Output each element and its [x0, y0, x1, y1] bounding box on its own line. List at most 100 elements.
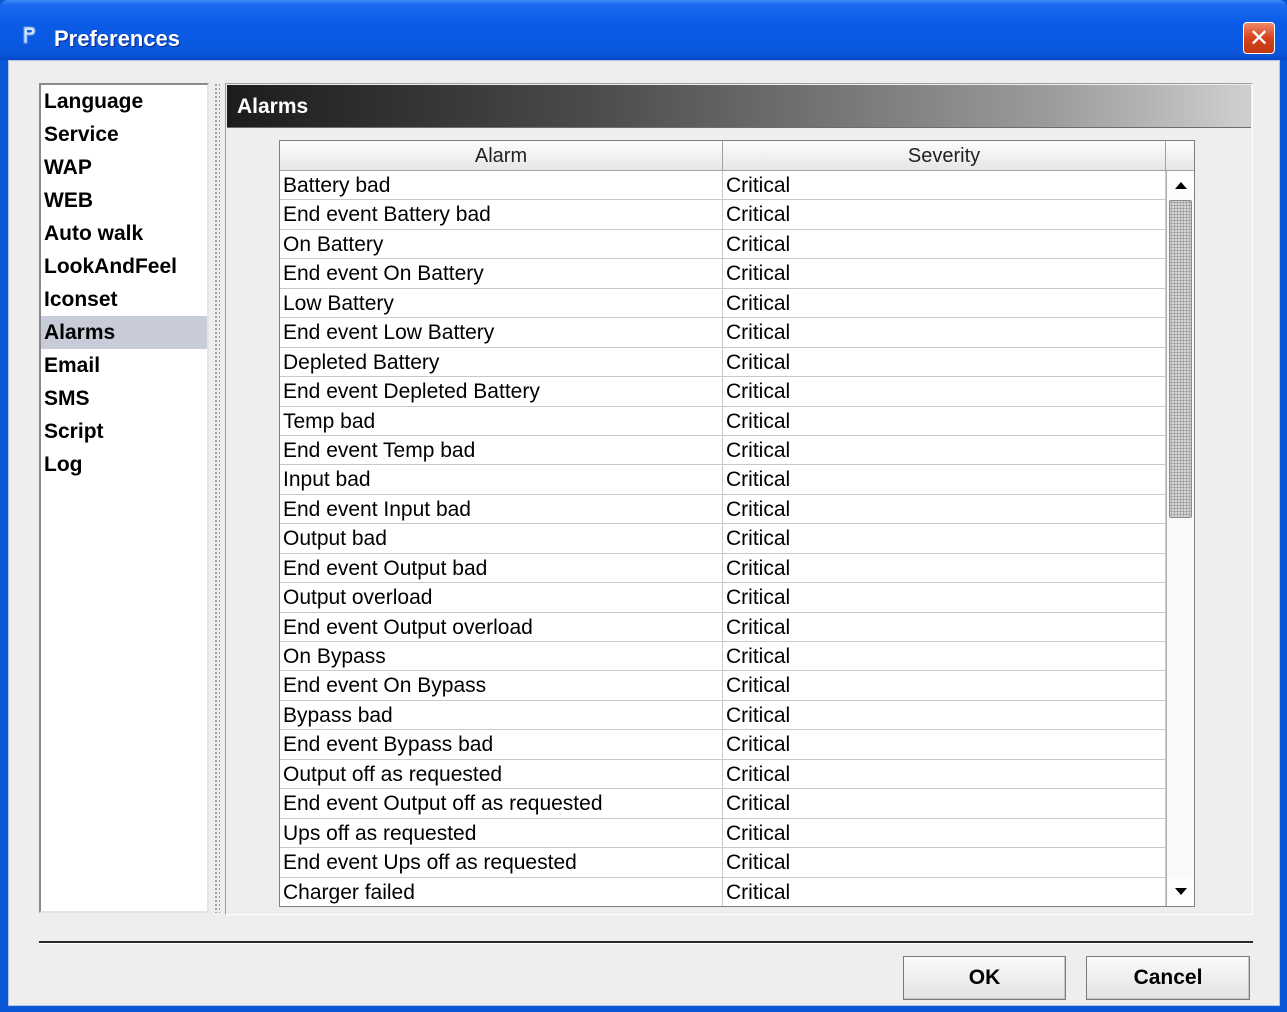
severity-cell[interactable]: Critical	[723, 259, 1166, 288]
table-row[interactable]: End event Battery bad Critical	[280, 200, 1166, 230]
table-row[interactable]: End event Low Battery Critical	[280, 318, 1166, 348]
alarm-cell: End event Output off as requested	[280, 789, 723, 818]
ok-button[interactable]: OK	[903, 956, 1066, 1000]
alarm-cell: End event Low Battery	[280, 318, 723, 347]
sidebar-item-auto-walk[interactable]: Auto walk	[41, 217, 207, 250]
severity-cell[interactable]: Critical	[723, 524, 1166, 553]
severity-cell[interactable]: Critical	[723, 789, 1166, 818]
alarm-cell: Output bad	[280, 524, 723, 553]
table-row[interactable]: Bypass bad Critical	[280, 700, 1166, 731]
severity-cell[interactable]: Critical	[723, 377, 1166, 406]
alarm-cell: Output off as requested	[280, 759, 723, 789]
column-header-alarm[interactable]: Alarm	[280, 141, 723, 170]
severity-cell[interactable]: Critical	[723, 583, 1166, 612]
table-row[interactable]: Output bad Critical	[280, 524, 1166, 554]
table-row[interactable]: Output off as requested Critical	[280, 759, 1166, 790]
severity-cell[interactable]: Critical	[723, 494, 1166, 524]
table-row[interactable]: Charger failed Critical	[280, 877, 1166, 906]
title-bar[interactable]: Preferences ✕	[0, 0, 1287, 60]
alarm-cell: Temp bad	[280, 406, 723, 435]
severity-cell[interactable]: Critical	[723, 818, 1166, 848]
alarms-panel: Alarms Alarm Severity Battery bad Critica…	[225, 83, 1253, 915]
severity-cell[interactable]: Critical	[723, 642, 1166, 671]
alarm-cell: End event Bypass bad	[280, 730, 723, 759]
severity-cell[interactable]: Critical	[723, 848, 1166, 877]
severity-cell[interactable]: Critical	[723, 406, 1166, 435]
sidebar-item-log[interactable]: Log	[41, 448, 207, 481]
alarm-cell: Ups off as requested	[280, 818, 723, 848]
table-row[interactable]: End event Bypass bad Critical	[280, 730, 1166, 760]
table-row[interactable]: End event Output bad Critical	[280, 553, 1166, 584]
alarm-cell: End event Output overload	[280, 612, 723, 641]
arrow-up-icon	[1174, 182, 1187, 189]
sidebar-item-lookandfeel[interactable]: LookAndFeel	[41, 250, 207, 283]
table-row[interactable]: End event Output off as requested Critica…	[280, 789, 1166, 819]
alarm-cell: Bypass bad	[280, 700, 723, 730]
sidebar-item-sms[interactable]: SMS	[41, 382, 207, 415]
sidebar-item-language[interactable]: Language	[41, 85, 207, 118]
sidebar-item-iconset[interactable]: Iconset	[41, 283, 207, 316]
severity-cell[interactable]: Critical	[723, 553, 1166, 583]
severity-cell[interactable]: Critical	[723, 730, 1166, 759]
table-row[interactable]: Ups off as requested Critical	[280, 818, 1166, 849]
table-row[interactable]: Input bad Critical	[280, 465, 1166, 495]
alarm-cell: Output overload	[280, 583, 723, 612]
severity-cell[interactable]: Critical	[723, 435, 1166, 465]
alarms-table: Alarm Severity Battery bad Critical End ev…	[279, 140, 1195, 907]
severity-cell[interactable]: Critical	[723, 288, 1166, 318]
table-row[interactable]: On Battery Critical	[280, 229, 1166, 260]
table-body: Battery bad Critical End event Battery bad…	[280, 171, 1166, 906]
sidebar-item-wap[interactable]: WAP	[41, 151, 207, 184]
severity-cell[interactable]: Critical	[723, 200, 1166, 229]
split-pane-divider[interactable]	[214, 83, 220, 913]
severity-cell[interactable]: Critical	[723, 700, 1166, 730]
table-row[interactable]: On Bypass Critical	[280, 642, 1166, 672]
arrow-down-icon	[1174, 888, 1187, 895]
alarm-cell: End event On Bypass	[280, 671, 723, 700]
alarm-cell: Charger failed	[280, 877, 723, 906]
table-row[interactable]: End event On Bypass Critical	[280, 671, 1166, 701]
severity-cell[interactable]: Critical	[723, 229, 1166, 259]
sidebar-item-script[interactable]: Script	[41, 415, 207, 448]
close-button[interactable]: ✕	[1243, 22, 1275, 54]
table-row[interactable]: Low Battery Critical	[280, 288, 1166, 319]
alarm-cell: On Battery	[280, 229, 723, 259]
table-row[interactable]: Depleted Battery Critical	[280, 347, 1166, 378]
window-title: Preferences	[54, 26, 180, 51]
severity-cell[interactable]: Critical	[723, 318, 1166, 347]
severity-cell[interactable]: Critical	[723, 671, 1166, 700]
scroll-thumb[interactable]	[1169, 200, 1192, 518]
scroll-down-button[interactable]	[1167, 878, 1194, 906]
sidebar-item-alarms[interactable]: Alarms	[41, 316, 207, 349]
table-row[interactable]: End event Input bad Critical	[280, 494, 1166, 525]
severity-cell[interactable]: Critical	[723, 877, 1166, 906]
sidebar-item-service[interactable]: Service	[41, 118, 207, 151]
sidebar-item-email[interactable]: Email	[41, 349, 207, 382]
alarm-cell: On Bypass	[280, 642, 723, 671]
cancel-button[interactable]: Cancel	[1086, 956, 1250, 1000]
alarm-cell: End event On Battery	[280, 259, 723, 288]
alarm-cell: End event Output bad	[280, 553, 723, 583]
dialog-body: Language Service WAP WEB Auto walk LookAndFee…	[8, 60, 1280, 1006]
table-row[interactable]: End event Output overload Critical	[280, 612, 1166, 642]
vertical-scrollbar[interactable]	[1166, 171, 1194, 906]
category-list[interactable]: Language Service WAP WEB Auto walk LookAndFee…	[39, 83, 209, 913]
table-row[interactable]: End event Depleted Battery Critical	[280, 377, 1166, 407]
table-row[interactable]: End event Temp bad Critical	[280, 435, 1166, 466]
column-header-severity[interactable]: Severity	[723, 141, 1166, 170]
severity-cell[interactable]: Critical	[723, 759, 1166, 789]
app-logo-icon	[23, 26, 36, 44]
severity-cell[interactable]: Critical	[723, 612, 1166, 641]
scroll-up-button[interactable]	[1167, 171, 1194, 199]
severity-cell[interactable]: Critical	[723, 465, 1166, 494]
table-row[interactable]: End event On Battery Critical	[280, 259, 1166, 289]
table-row[interactable]: Battery bad Critical	[280, 171, 1166, 201]
table-row[interactable]: Output overload Critical	[280, 583, 1166, 613]
alarm-cell: Battery bad	[280, 171, 723, 200]
table-row[interactable]: End event Ups off as requested Critical	[280, 848, 1166, 878]
table-row[interactable]: Temp bad Critical	[280, 406, 1166, 436]
panel-title: Alarms	[237, 95, 309, 118]
severity-cell[interactable]: Critical	[723, 347, 1166, 377]
sidebar-item-web[interactable]: WEB	[41, 184, 207, 217]
severity-cell[interactable]: Critical	[723, 171, 1166, 200]
